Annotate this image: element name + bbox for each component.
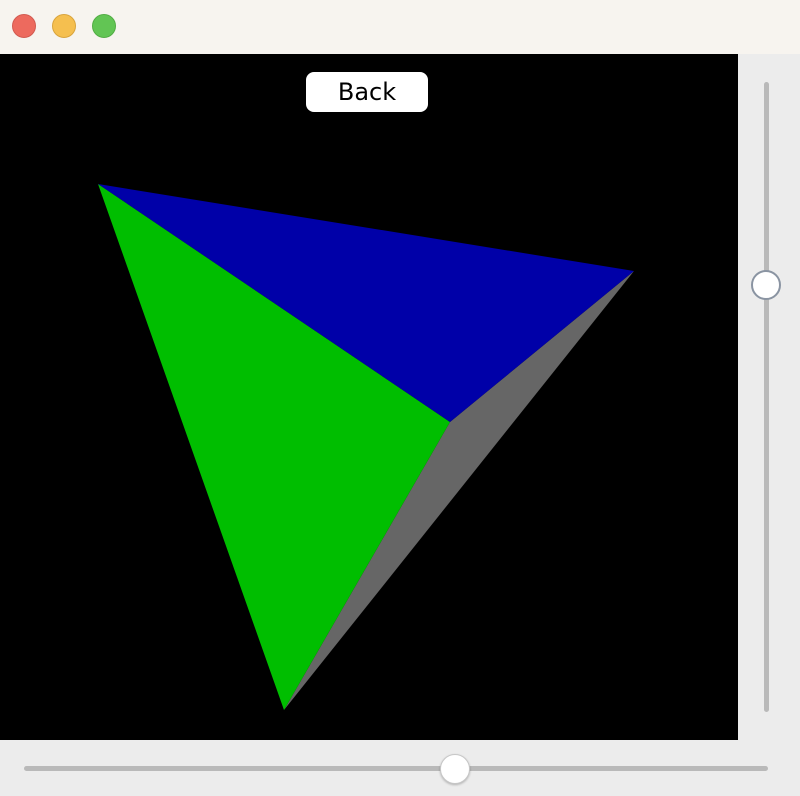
minimize-window-button[interactable] [52, 14, 76, 38]
render-canvas[interactable]: Back [0, 54, 738, 740]
back-button[interactable]: Back [306, 72, 428, 112]
vertical-slider-track[interactable] [764, 82, 769, 712]
horizontal-slider-thumb[interactable] [440, 754, 470, 784]
tetrahedron-render [98, 184, 634, 710]
window-titlebar [0, 0, 800, 54]
close-window-button[interactable] [12, 14, 36, 38]
maximize-window-button[interactable] [92, 14, 116, 38]
vertical-slider-thumb[interactable] [751, 270, 781, 300]
horizontal-slider-track[interactable] [24, 766, 768, 771]
